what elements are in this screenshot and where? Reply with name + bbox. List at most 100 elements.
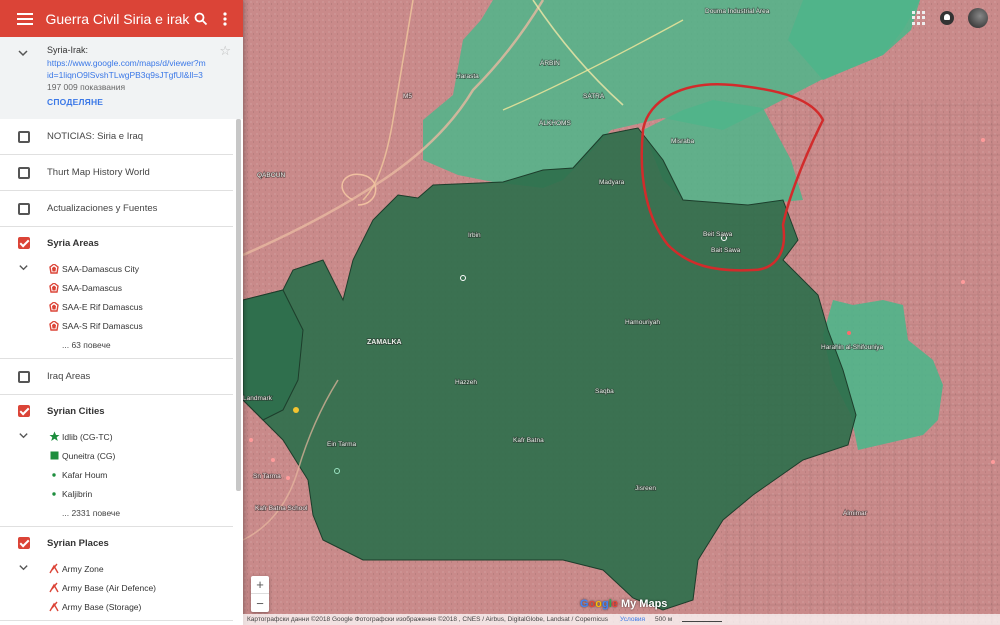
army-marker-icon [48,582,60,594]
layer-items: SAA-Damascus City SAA-Damascus SAA-E Rif D… [0,259,233,358]
layer-item[interactable]: SAA-E Rif Damascus [0,297,233,316]
map-label: Sn Tarma [253,473,281,480]
map-label: Kafr Batna [513,437,544,444]
chevron-down-icon[interactable] [18,262,29,273]
zoom-in-button[interactable]: + [251,576,269,594]
view-count: 197 009 показвания [47,82,126,92]
road-label: M5 [403,93,412,100]
area-polygon-icon [48,263,60,275]
chevron-down-icon[interactable] [18,562,29,573]
layer-item[interactable]: Idlib (CG-TC) [0,427,233,446]
map-name: Syria-Irak: [47,45,89,55]
map-label: Harasta [456,73,479,80]
layer-item[interactable]: Army Base (Storage) [0,597,233,616]
show-more-link[interactable]: ... 63 повече [0,335,233,354]
square-marker-icon [48,450,60,462]
map-top-controls [912,8,988,28]
layer-3: Syria Areas SAA-Damascus City SAA-Damascus… [0,227,233,359]
layer-item[interactable]: Kafar Houm [0,465,233,484]
layer-header[interactable]: Thurt Map History World [0,155,233,190]
layer-item[interactable]: SAA-Damascus City [0,259,233,278]
army-marker-icon [48,563,60,575]
layer-item[interactable]: Army Zone [0,559,233,578]
layer-name: Syrian Places [47,537,109,549]
menu-icon[interactable] [17,12,34,25]
chevron-down-icon[interactable] [18,430,29,441]
area-polygon-icon [48,301,60,313]
map-info: ☆ Syria-Irak: https://www.google.com/map… [0,37,243,119]
share-button[interactable]: СПОДЕЛЯНЕ [47,97,243,107]
map-label: QABOUN [257,172,285,179]
layer-1: Thurt Map History World [0,155,233,191]
layer-4: Iraq Areas [0,359,233,395]
map-canvas[interactable]: Douma Industrial Area ARBIN SATRA Harast… [243,0,1000,625]
layer-item-label: SAA-Damascus City [62,263,139,274]
layer-item-label: Army Zone [62,563,104,574]
layer-name: Iraq Areas [47,371,91,382]
layer-6: Syrian Places Army Zone Army Base (Air Def… [0,527,233,621]
layer-item-label: Army Base (Air Defence) [62,582,156,593]
layer-items: Idlib (CG-TC) Quneitra (CG) Kafar Houm Kalj… [0,427,233,526]
layer-header[interactable]: Iraq Areas [0,359,233,394]
layer-item-label: Kafar Houm [62,469,108,480]
apps-grid-icon[interactable] [912,11,926,25]
place-marker[interactable] [271,458,275,462]
layer-name: Actualizaciones y Fuentes [47,203,158,214]
layer-header[interactable]: Syria Areas [0,227,233,259]
scale-label: 500 м [655,616,673,623]
place-marker[interactable] [249,438,253,442]
layer-item[interactable]: Quneitra (CG) [0,446,233,465]
place-marker[interactable] [961,280,965,284]
layer-header[interactable]: NOTICIAS: Siria e Iraq [0,119,233,154]
chevron-down-icon[interactable] [17,47,29,59]
layer-checkbox[interactable] [18,405,30,417]
layer-name: NOTICIAS: Siria e Iraq [47,131,144,142]
place-marker[interactable] [847,331,851,335]
layer-checkbox[interactable] [18,166,30,179]
layer-item[interactable]: Army Base (Air Defence) [0,578,233,597]
star-icon[interactable]: ☆ [219,43,231,59]
map-label: Saqba [595,388,614,395]
user-avatar[interactable] [968,8,988,28]
terms-link[interactable]: Условия [620,616,645,623]
search-icon[interactable] [189,6,213,32]
layer-item[interactable]: SAA-Damascus [0,278,233,297]
layer-item[interactable]: SAA-S Rif Damascus [0,316,233,335]
area-polygon-icon [48,282,60,294]
area-polygon-icon [48,320,60,332]
place-marker[interactable] [293,407,299,413]
map-label: ALKHOMS [539,120,571,127]
layer-header[interactable]: Actualizaciones y Fuentes [0,191,233,226]
layer-name: Syrian Cities [47,405,105,417]
map-label: ZAMALKA [367,339,402,346]
notifications-icon[interactable] [940,11,954,25]
map-attribution-bar: Картографски данни ©2018 Google Фотограф… [243,614,1000,625]
sidebar-scrollbar[interactable] [236,119,241,491]
map-label: ARBIN [540,60,560,67]
layer-checkbox[interactable] [18,130,30,143]
place-marker[interactable] [991,460,995,464]
layer-checkbox[interactable] [18,237,30,249]
dot-marker-icon [48,469,60,481]
layer-item-label: SAA-E Rif Damascus [62,301,143,312]
layer-checkbox[interactable] [18,202,30,215]
map-label: Hazzeh [455,379,477,386]
layer-checkbox[interactable] [18,370,30,383]
layer-2: Actualizaciones y Fuentes [0,191,233,227]
map-svg: Douma Industrial Area ARBIN SATRA Harast… [243,0,1000,625]
layer-name: Thurt Map History World [47,167,150,178]
more-vert-icon[interactable] [213,6,237,32]
show-more-link[interactable]: ... 2331 повече [0,503,233,522]
map-label: Kafr Batna School [255,505,308,512]
layer-header[interactable]: Syrian Cities [0,395,233,427]
map-url-link[interactable]: https://www.google.com/maps/d/viewer?mid… [47,57,207,81]
layer-checkbox[interactable] [18,537,30,549]
zoom-out-button[interactable]: − [251,594,269,612]
layer-item[interactable]: Kaljibrin [0,484,233,503]
place-marker[interactable] [286,476,290,480]
layer-0: NOTICIAS: Siria e Iraq [0,119,233,155]
place-marker[interactable] [981,138,985,142]
layer-item-label: Army Base (Storage) [62,601,142,612]
army-marker-icon [48,601,60,613]
layer-header[interactable]: Syrian Places [0,527,233,559]
